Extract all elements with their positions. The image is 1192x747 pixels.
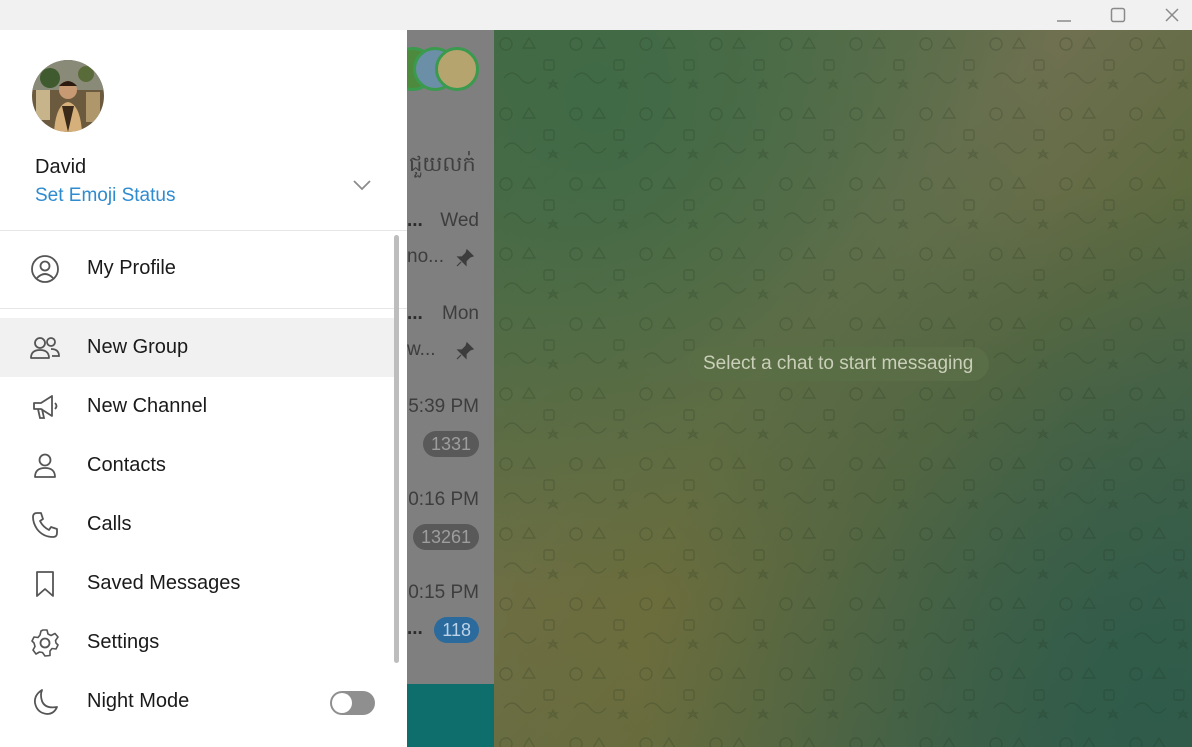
drawer-scrollbar[interactable]: [392, 235, 400, 747]
chat-row[interactable]: 0:15 PM ... 118: [407, 572, 494, 665]
menu-item-new-group[interactable]: New Group: [0, 318, 398, 377]
menu-item-label: My Profile: [87, 257, 176, 279]
menu-item-label: New Channel: [87, 395, 208, 417]
close-icon: [1165, 8, 1179, 22]
side-menu-drawer: David Set Emoji Status My Profile New Gr…: [0, 30, 407, 747]
menu-item-label: Saved Messages: [87, 572, 241, 594]
menu-item-new-channel[interactable]: New Channel: [0, 377, 398, 436]
person-icon: [29, 450, 61, 482]
folder-title: ជួយលក់: [409, 153, 476, 176]
chat-time: Mon: [442, 303, 479, 324]
chat-time: Wed: [440, 210, 479, 231]
avatar-image: [32, 60, 104, 132]
chat-title: ...: [407, 618, 423, 639]
unread-badge: 1331: [422, 431, 479, 457]
user-circle-icon: [29, 253, 61, 285]
menu-item-label: Contacts: [87, 454, 166, 476]
users-icon: [29, 332, 61, 364]
chat-list-footer: [407, 684, 494, 747]
chat-time: 0:15 PM: [408, 582, 479, 603]
menu-item-night-mode[interactable]: Night Mode: [0, 672, 398, 731]
menu-item-label: Night Mode: [87, 690, 190, 712]
minimize-icon: [1057, 20, 1071, 22]
chat-row[interactable]: 5:39 PM 1331: [407, 386, 494, 479]
megaphone-icon: [29, 391, 61, 423]
set-emoji-status-link[interactable]: Set Emoji Status: [35, 185, 175, 207]
chevron-down-icon[interactable]: [350, 173, 374, 197]
minimize-button[interactable]: [1037, 0, 1091, 30]
unread-badge: 118: [434, 617, 479, 643]
toggle-knob: [332, 693, 352, 713]
bookmark-icon: [29, 568, 61, 600]
story-avatar[interactable]: [435, 47, 479, 91]
menu-item-label: Calls: [87, 513, 132, 535]
close-button[interactable]: [1145, 0, 1192, 30]
chat-preview: no...: [407, 246, 444, 267]
title-bar: [0, 0, 1192, 30]
user-name: David: [35, 156, 87, 178]
avatar[interactable]: [32, 60, 104, 132]
night-mode-toggle[interactable]: [330, 691, 375, 715]
chat-preview: w...: [407, 339, 436, 360]
chat-time: 5:39 PM: [408, 396, 479, 417]
menu-item-label: Settings: [87, 631, 160, 653]
chat-row[interactable]: 0:16 PM 13261: [407, 479, 494, 572]
doodle-pattern: [494, 30, 1192, 747]
phone-icon: [29, 509, 61, 541]
menu-item-contacts[interactable]: Contacts: [0, 436, 398, 495]
unread-badge: 13261: [412, 524, 479, 550]
divider: [0, 308, 407, 309]
chat-pane: Select a chat to start messaging: [494, 30, 1192, 747]
menu-item-settings[interactable]: Settings: [0, 613, 398, 672]
chat-row[interactable]: ... Wed no...: [407, 200, 494, 293]
gear-icon: [29, 627, 61, 659]
pin-icon: [456, 248, 475, 267]
menu-item-calls[interactable]: Calls: [0, 495, 398, 554]
menu-item-label: New Group: [87, 336, 189, 358]
divider: [0, 230, 407, 231]
chat-row[interactable]: ... Mon w...: [407, 293, 494, 386]
menu-item-my-profile[interactable]: My Profile: [0, 239, 398, 298]
maximize-button[interactable]: [1091, 0, 1145, 30]
scrollbar-thumb[interactable]: [394, 235, 399, 663]
chat-list: ជួយលក់ ... Wed no... ... Mon w... 5:39 P…: [407, 30, 494, 747]
empty-chat-message: Select a chat to start messaging: [687, 347, 990, 381]
pin-icon: [456, 341, 475, 360]
moon-icon: [29, 686, 61, 718]
maximize-icon: [1110, 7, 1126, 23]
chat-time: 0:16 PM: [408, 489, 479, 510]
menu-item-saved-messages[interactable]: Saved Messages: [0, 554, 398, 613]
chat-title: ...: [407, 303, 423, 324]
chat-title: ...: [407, 210, 423, 231]
